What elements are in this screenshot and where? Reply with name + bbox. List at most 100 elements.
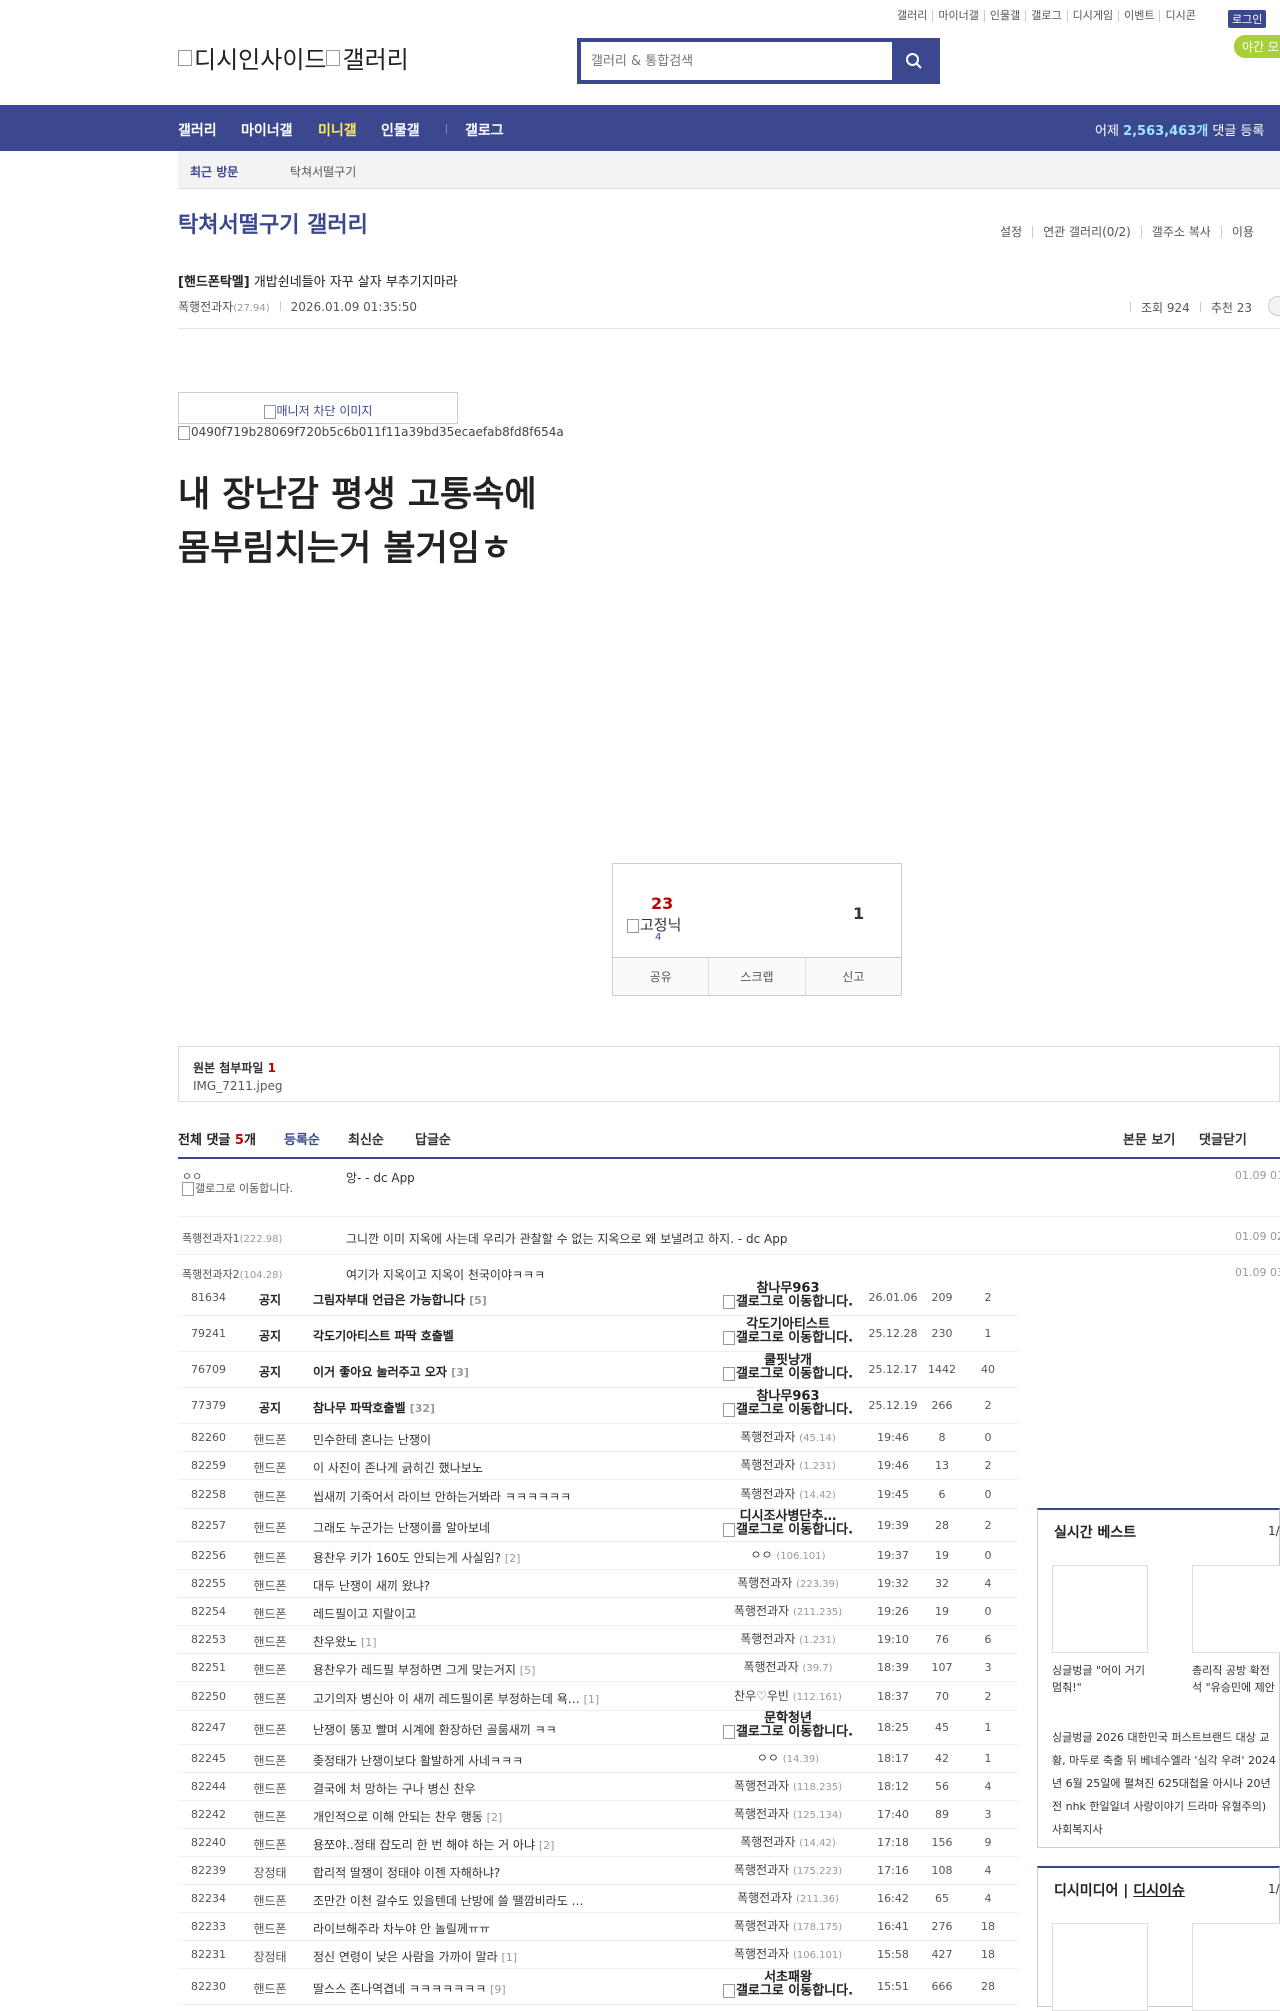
table-row[interactable]: 82259 핸드폰 이 사진이 존나게 긁히긴 했나보노 폭행전과자 (1.231)… [178,1452,1018,1480]
row-reply-count[interactable]: [2] [487,1811,503,1824]
row-writer[interactable]: 폭행전과자 (14.42) [703,1488,873,1502]
row-title[interactable]: 정신 연령이 낮은 사람을 가까이 말라 [1] [313,1948,517,1965]
best-caption[interactable]: 총리직 공방 확전 석 "유승민에 제안 [1192,1662,1277,1696]
row-title[interactable]: 라이브해주라 차누야 안 놀릴께ㅠㅠ [313,1920,490,1937]
gnb-mini-gallery[interactable]: 미니갤 [318,120,357,140]
row-reply-count[interactable]: [9] [490,1983,506,1996]
table-row[interactable]: 82242 핸드폰 개인적으로 이해 안되는 찬우 행동 [2] 폭행전과자 (125… [178,1801,1018,1829]
row-title[interactable]: 대두 난쟁이 새끼 왔냐? [313,1577,430,1594]
table-row[interactable]: 82254 핸드폰 레드필이고 지랄이고 폭행전과자 (211.235) 19:26 1… [178,1598,1018,1626]
row-writer[interactable]: 찬우♡우빈 (112.161) [703,1690,873,1704]
attachment-file[interactable]: IMG_7211.jpeg [193,1079,283,1093]
realtime-best-page[interactable]: 1/ [1268,1524,1280,1538]
row-writer[interactable]: 문학청년 갤로그로 이동합니다. [703,1712,873,1739]
table-row[interactable]: 82260 핸드폰 민수한테 혼나는 난쟁이 폭행전과자 (45.14) 19:46 8… [178,1424,1018,1452]
row-title[interactable]: 참나무 파딱호출벨 [32] [313,1399,435,1416]
row-title[interactable]: 이 사진이 존나게 긁히긴 했나보노 [313,1459,483,1476]
row-title[interactable]: 찬우왔노 [1] [313,1633,377,1650]
best-caption[interactable]: 싱글벙글 "어이 거기 멈춰!" [1052,1662,1157,1696]
table-row[interactable]: 82231 장정태 정신 연령이 낮은 사람을 가까이 말라 [1] 폭행전과자 (1… [178,1941,1018,1969]
best-thumbnail[interactable] [1052,1565,1148,1653]
row-title[interactable]: 개인적으로 이해 안되는 찬우 행동 [2] [313,1808,502,1825]
row-reply-count[interactable]: [3] [451,1366,469,1379]
row-title[interactable]: 민수한테 혼나는 난쟁이 [313,1431,431,1448]
row-writer[interactable]: 각도기아티스트 갤로그로 이동합니다. [703,1318,873,1345]
row-writer[interactable]: 서초패왕 갤로그로 이동합니다. [703,1971,873,1998]
row-title[interactable]: 난쟁이 똥꼬 빨며 시계에 환장하던 골룸새끼 ㅋㅋ [313,1721,557,1738]
table-row[interactable]: 81634 공지 그림자부대 언급은 가능합니다 [5] 참나무963 갤로그로 이동합… [178,1280,1018,1316]
scrap-button[interactable]: 스크랩 [708,958,804,995]
table-row[interactable]: 82233 핸드폰 라이브해주라 차누야 안 놀릴께ㅠㅠ 폭행전과자 (178.17… [178,1913,1018,1941]
row-writer[interactable]: 폭행전과자 (14.42) [703,1836,873,1850]
site-logo[interactable]: 디시인사이드 갤러리 [178,40,409,75]
login-button[interactable]: 로그인 [1228,10,1267,28]
dc-media-page[interactable]: 1/ [1268,1882,1280,1896]
close-comments-button[interactable]: 댓글닫기 [1199,1129,1247,1148]
best-list[interactable]: 싱글벙글 2026 대한민국 퍼스트브랜드 대상 교황, 마두로 축출 뒤 베네… [1052,1726,1277,1841]
top-util-link[interactable]: 인물갤 [983,10,1025,22]
row-reply-count[interactable]: [1] [584,1693,600,1706]
table-row[interactable]: 82256 핸드폰 용찬우 키가 160도 안되는게 사실임? [2] ㅇㅇ (106… [178,1542,1018,1570]
view-post-button[interactable]: 본문 보기 [1123,1129,1175,1148]
table-row[interactable]: 82258 핸드폰 씹새끼 기죽어서 라이브 안하는거봐라 ㅋㅋㅋㅋㅋㅋ 폭행전과자… [178,1480,1018,1509]
table-row[interactable]: 82239 장정태 합리적 딸쟁이 정태야 이젠 자해하냐? 폭행전과자 (175.… [178,1857,1018,1885]
comment-gallog-link[interactable]: 갤로그로 이동합니다. [182,1182,312,1196]
row-title[interactable]: 용찬우 키가 160도 안되는게 사실임? [2] [313,1549,520,1566]
gallery-menu-item[interactable]: 갤주소 복사 [1140,226,1221,238]
night-mode-toggle[interactable]: 야간 모 [1234,35,1280,58]
gallery-menu-item[interactable]: 연관 갤러리(0/2) [1032,226,1141,238]
row-writer[interactable]: 폭행전과자 (211.36) [703,1892,873,1906]
table-row[interactable]: 82247 핸드폰 난쟁이 똥꼬 빨며 시계에 환장하던 골룸새끼 ㅋㅋ 문학청년 갤… [178,1711,1018,1745]
top-util-link[interactable]: 갤로그 [1025,10,1066,22]
recent-visit-link[interactable]: 탁쳐서떨구기 [290,163,356,180]
comment-nick[interactable]: 폭행전과자1(222.98) [182,1230,282,1246]
recommend-down-count[interactable]: 1 [853,904,864,923]
table-row[interactable]: 76709 공지 이거 좋아요 눌러주고 오자 [3] 쿨핏냥개 갤로그로 이동합니다.… [178,1352,1018,1388]
media-thumbnail[interactable] [1052,1923,1148,2011]
row-reply-count[interactable]: [2] [505,1552,521,1565]
gallery-menu-item[interactable]: 이용 [1220,226,1264,238]
row-title[interactable]: 각도기아티스트 파딱 호출벨 [313,1327,454,1344]
table-row[interactable]: 82255 핸드폰 대두 난쟁이 새끼 왔냐? 폭행전과자 (223.39) 19:3… [178,1570,1018,1598]
tab-reply-order[interactable]: 답글순 [415,1129,451,1148]
row-reply-count[interactable]: [5] [469,1294,487,1307]
post-writer[interactable]: 폭행전과자 [178,300,233,314]
row-title[interactable]: 합리적 딸쟁이 정태야 이젠 자해하냐? [313,1864,500,1881]
row-writer[interactable]: 폭행전과자 (178.175) [703,1920,873,1934]
top-util-link[interactable]: 이벤트 [1118,10,1159,22]
table-row[interactable]: 82230 핸드폰 딸스스 존나역겹네 ㅋㅋㅋㅋㅋㅋㅋ [9] 서초패왕 갤로그로 이동… [178,1969,1018,2005]
row-title[interactable]: 그래도 누군가는 난쟁이를 알아보네 [313,1519,490,1536]
best-thumbnail[interactable] [1192,1565,1280,1653]
post-more-icon[interactable] [1268,296,1280,316]
gnb-gallog[interactable]: 갤로그 [465,120,504,140]
row-writer[interactable]: 폭행전과자 (106.101) [703,1948,873,1962]
search-button[interactable] [892,42,936,80]
row-title[interactable]: 씹새끼 기죽어서 라이브 안하는거봐라 ㅋㅋㅋㅋㅋㅋ [313,1488,571,1505]
recent-visit-label[interactable]: 최근 방문 [190,163,238,180]
table-row[interactable]: 79241 공지 각도기아티스트 파딱 호출벨 각도기아티스트 갤로그로 이동합니다.… [178,1316,1018,1352]
table-row[interactable]: 82250 핸드폰 고기의자 병신아 이 새끼 레드필이론 부정하는데 욕… [1]… [178,1682,1018,1711]
row-reply-count[interactable]: [32] [410,1402,435,1415]
row-writer[interactable]: 폭행전과자 (175.223) [703,1864,873,1878]
table-row[interactable]: 77379 공지 참나무 파딱호출벨 [32] 참나무963 갤로그로 이동합니다. 25… [178,1388,1018,1424]
row-writer[interactable]: 폭행전과자 (118.235) [703,1780,873,1794]
row-title[interactable]: 결국에 처 망하는 구나 병신 찬우 [313,1780,476,1797]
top-util-link[interactable]: 디시게임 [1066,10,1118,22]
share-button[interactable]: 공유 [613,958,708,995]
table-row[interactable]: 82234 핸드폰 조만간 이천 갈수도 있을텐데 난방에 쓸 땔깜비라도 … 폭행… [178,1885,1018,1913]
gallery-title[interactable]: 탁쳐서떨구기 갤러리 [178,207,368,239]
row-writer[interactable]: ㅇㅇ (106.101) [703,1549,873,1563]
row-title[interactable]: 조만간 이천 갈수도 있을텐데 난방에 쓸 땔깜비라도 … [313,1892,584,1909]
top-util-link[interactable]: 갤러리 [892,10,932,22]
media-thumbnail[interactable] [1192,1923,1280,2011]
row-writer[interactable]: 폭행전과자 (1.231) [703,1459,873,1473]
gnb-minor-gallery[interactable]: 마이너갤 [241,120,293,140]
row-title[interactable]: 이거 좋아요 눌러주고 오자 [3] [313,1363,469,1380]
row-writer[interactable]: 참나무963 갤로그로 이동합니다. [703,1282,873,1309]
search-input[interactable] [581,42,892,80]
row-writer[interactable]: 쿨핏냥개 갤로그로 이동합니다. [703,1354,873,1381]
row-reply-count[interactable]: [1] [361,1636,377,1649]
row-writer[interactable]: 폭행전과자 (45.14) [703,1431,873,1445]
table-row[interactable]: 82257 핸드폰 그래도 누군가는 난쟁이를 알아보네 디시조사병단추… 갤로그로 … [178,1509,1018,1542]
row-writer[interactable]: 폭행전과자 (1.231) [703,1633,873,1647]
